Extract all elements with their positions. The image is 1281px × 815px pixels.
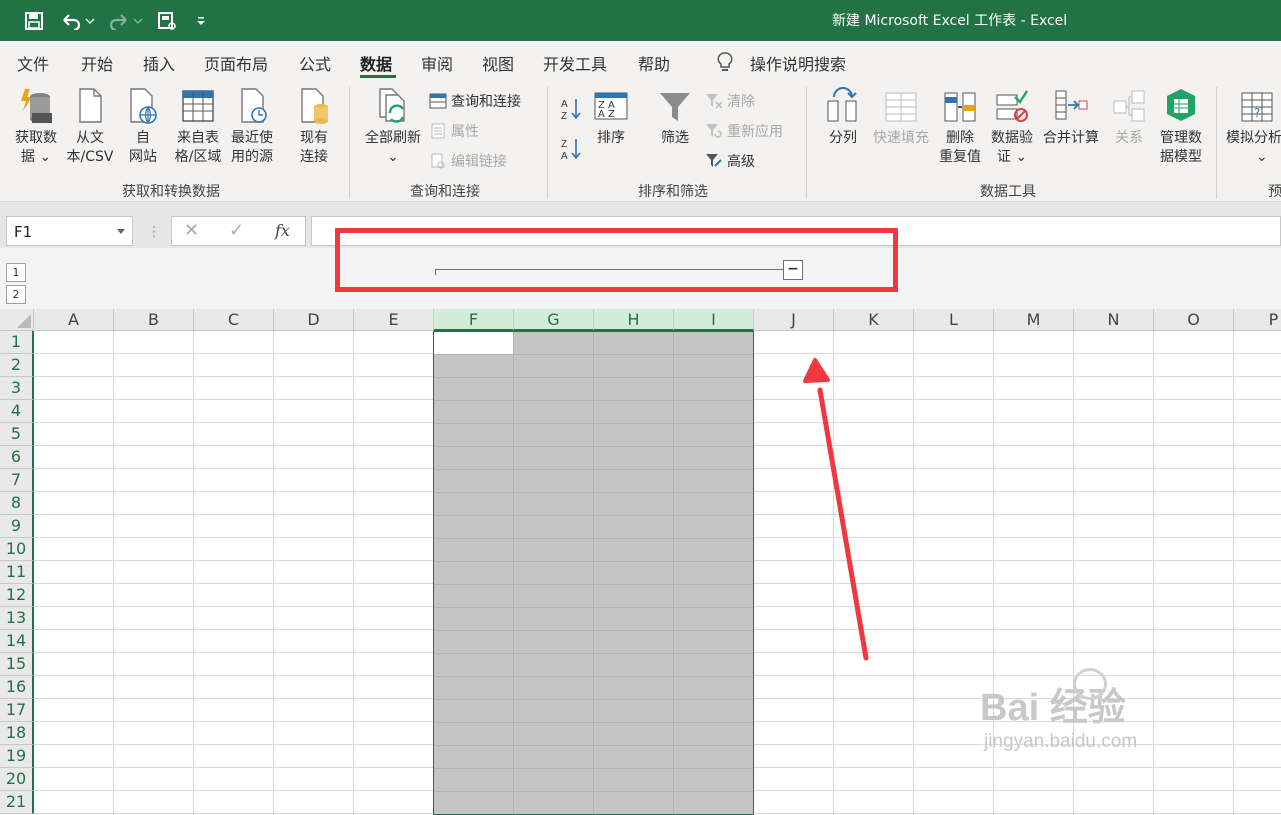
paw-icon — [1073, 668, 1107, 700]
watermark-url: jingyan.baidu.com — [984, 731, 1138, 752]
watermark-brand: Bai 经验 — [980, 687, 1126, 729]
baidu-watermark: Bai 经验 jingyan.baidu.com — [980, 668, 1138, 753]
